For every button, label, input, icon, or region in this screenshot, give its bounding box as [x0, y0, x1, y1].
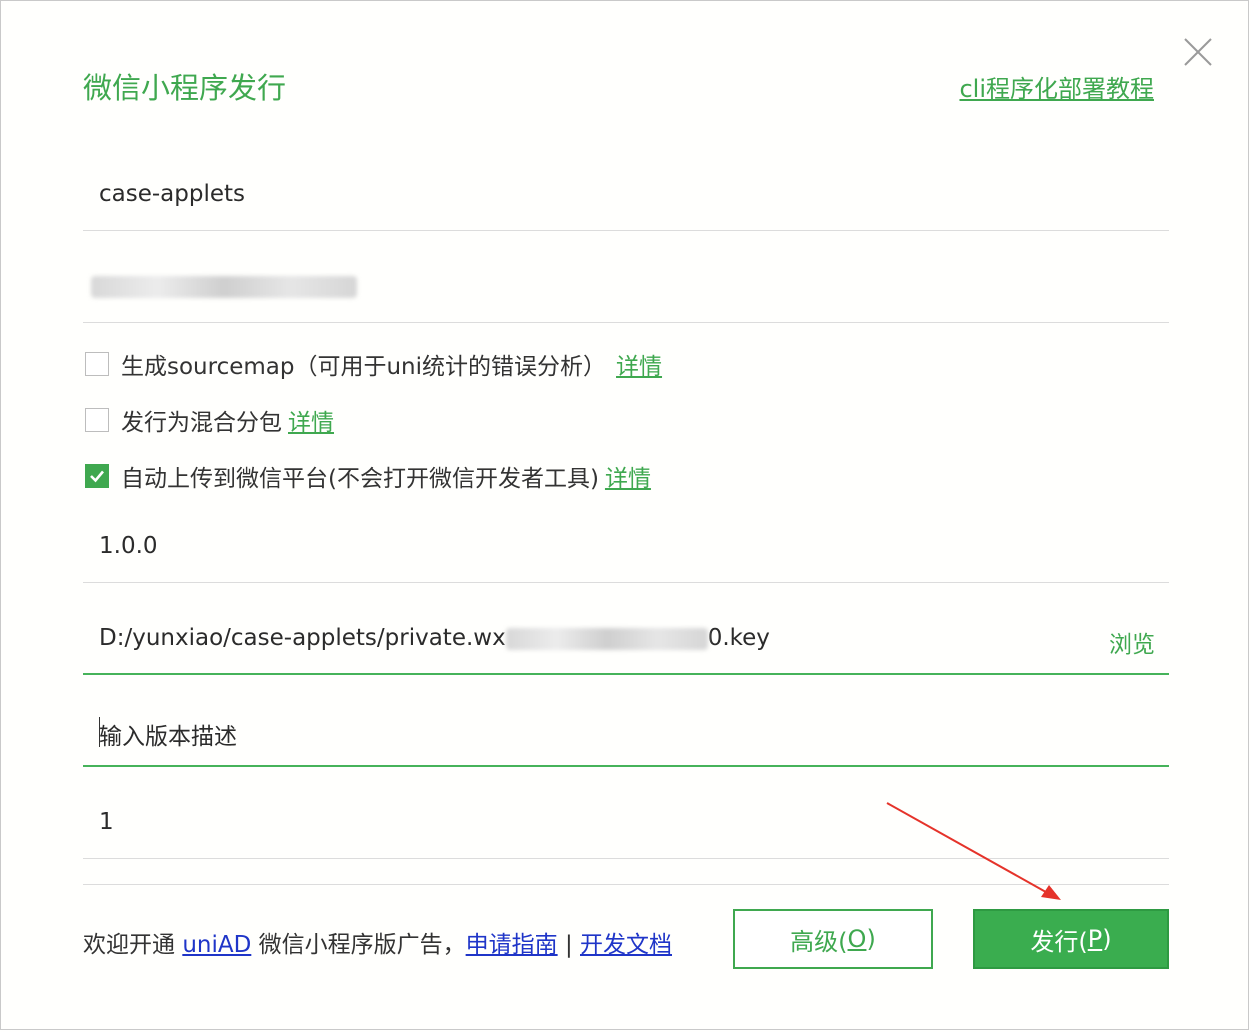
checkmark-icon — [90, 470, 104, 483]
option-mixed-subpackage[interactable]: 发行为混合分包 详情 — [85, 403, 334, 437]
option-mixed-subpackage-label: 发行为混合分包 — [121, 410, 282, 436]
robot-value: 1 — [99, 809, 114, 835]
close-icon[interactable] — [1181, 35, 1215, 69]
promo-separator: | — [564, 932, 573, 958]
advanced-label: 高级( — [790, 927, 848, 956]
uniad-link[interactable]: uniAD — [182, 932, 251, 958]
private-key-value: D:/yunxiao/case-applets/private.wx 0.key — [99, 625, 770, 651]
appid-field[interactable] — [83, 251, 1169, 323]
auto-upload-detail-link[interactable]: 详情 — [605, 459, 651, 493]
dialog-title: 微信小程序发行 — [83, 71, 287, 105]
auto-upload-checkbox[interactable] — [85, 464, 109, 488]
dev-docs-link[interactable]: 开发文档 — [580, 932, 672, 958]
publish-label: 发行( — [1030, 927, 1088, 956]
publish-dialog: 微信小程序发行 cli程序化部署教程 case-applets 生成source… — [0, 0, 1249, 1030]
advanced-button[interactable]: 高级(O) — [733, 909, 933, 969]
promo-prefix: 欢迎开通 — [83, 932, 175, 958]
annotation-arrow-icon — [886, 802, 1061, 900]
private-key-field[interactable]: D:/yunxiao/case-applets/private.wx 0.key … — [83, 605, 1169, 675]
promo-middle: 微信小程序版广告， — [258, 932, 466, 958]
version-value: 1.0.0 — [99, 533, 158, 559]
publish-shortcut: P — [1087, 925, 1103, 953]
mixed-subpackage-checkbox[interactable] — [85, 408, 109, 432]
private-key-redacted — [505, 627, 708, 650]
advanced-label-close: ) — [866, 925, 876, 953]
sourcemap-checkbox[interactable] — [85, 352, 109, 376]
advanced-shortcut: O — [847, 925, 867, 953]
appid-value — [91, 273, 357, 299]
browse-button[interactable]: 浏览 — [1109, 625, 1155, 659]
version-description-placeholder: 输入版本描述 — [99, 724, 237, 750]
project-name-value: case-applets — [99, 181, 246, 207]
project-name-field[interactable]: case-applets — [83, 161, 1169, 231]
option-auto-upload[interactable]: 自动上传到微信平台(不会打开微信开发者工具) 详情 — [85, 459, 651, 493]
option-auto-upload-label: 自动上传到微信平台(不会打开微信开发者工具) — [121, 466, 599, 492]
private-key-prefix: D:/yunxiao/case-applets/private.wx — [99, 625, 506, 651]
cli-tutorial-link[interactable]: cli程序化部署教程 — [959, 69, 1154, 104]
apply-guide-link[interactable]: 申请指南 — [466, 932, 558, 958]
private-key-suffix: 0.key — [707, 625, 770, 651]
uniad-promo: 欢迎开通 uniAD 微信小程序版广告，申请指南 | 开发文档 — [83, 925, 672, 959]
mixed-subpackage-detail-link[interactable]: 详情 — [288, 403, 334, 437]
version-field[interactable]: 1.0.0 — [83, 513, 1169, 583]
sourcemap-detail-link[interactable]: 详情 — [616, 347, 662, 381]
option-sourcemap-label: 生成sourcemap（可用于uni统计的错误分析） — [121, 354, 607, 380]
version-description-input[interactable]: 输入版本描述 — [83, 695, 1169, 767]
appid-redacted — [91, 275, 357, 298]
publish-button[interactable]: 发行(P) — [973, 909, 1169, 969]
option-sourcemap[interactable]: 生成sourcemap（可用于uni统计的错误分析） 详情 — [85, 347, 662, 381]
publish-label-close: ) — [1102, 925, 1112, 953]
